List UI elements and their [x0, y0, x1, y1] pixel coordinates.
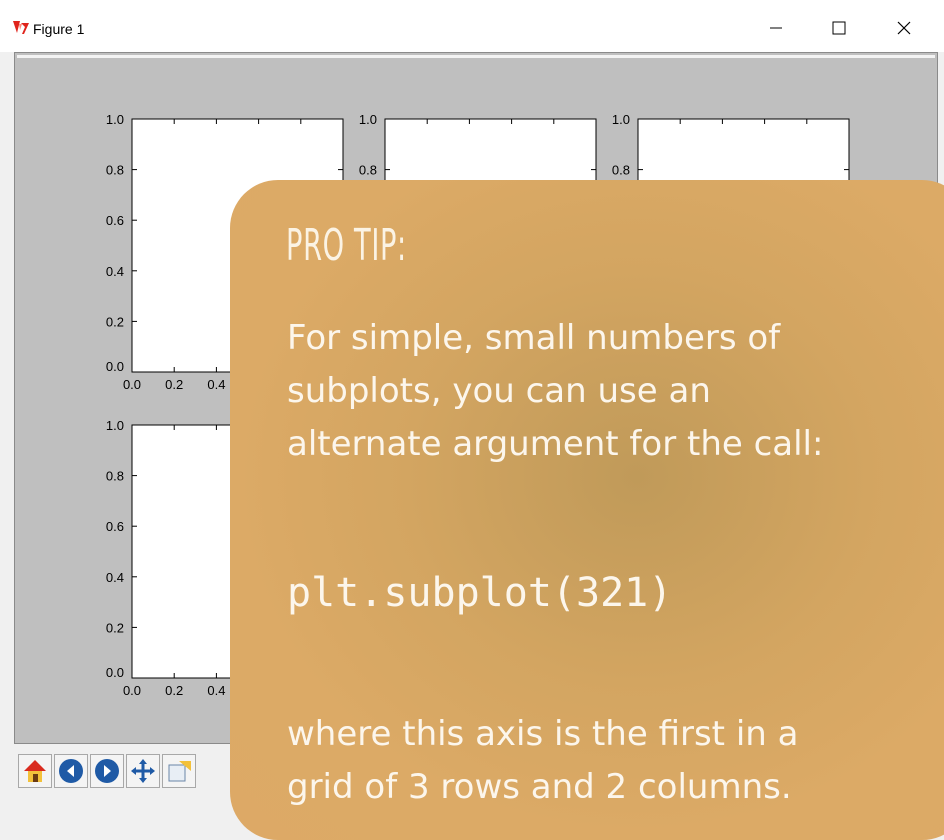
y-tick-label: 0.8: [612, 163, 630, 178]
y-tick-label: 0.2: [106, 314, 124, 329]
pro-tip-line: alternate argument for the call:: [287, 424, 824, 464]
x-tick-label: 0.0: [123, 683, 141, 698]
x-tick-label: 0.0: [123, 377, 141, 392]
configure-subplots-icon: [168, 761, 191, 782]
y-tick-label: 0.8: [106, 469, 124, 484]
forward-button[interactable]: [90, 754, 124, 788]
pan-button[interactable]: [126, 754, 160, 788]
y-tick-label: 1.0: [612, 112, 630, 127]
pan-icon: [131, 759, 155, 783]
y-tick-label: 0.0: [106, 665, 124, 680]
pro-tip-line: where this axis is the first in a: [287, 714, 799, 754]
x-tick-label: 0.2: [165, 683, 183, 698]
y-tick-label: 1.0: [106, 112, 124, 127]
pro-tip-line: subplots, you can use an: [287, 371, 711, 411]
x-tick-label: 0.2: [165, 377, 183, 392]
y-tick-label: 0.2: [106, 620, 124, 635]
pro-tip-code: plt.subplot(321): [287, 570, 673, 616]
configure-subplots-button[interactable]: [162, 754, 196, 788]
y-tick-label: 1.0: [106, 418, 124, 433]
y-tick-label: 0.4: [106, 264, 124, 279]
back-button[interactable]: [54, 754, 88, 788]
pro-tip-body: For simple, small numbers of subplots, y…: [287, 312, 944, 471]
y-tick-label: 0.4: [106, 570, 124, 585]
back-icon: [59, 759, 83, 783]
y-tick-label: 0.8: [359, 163, 377, 178]
y-tick-label: 0.8: [106, 163, 124, 178]
pro-tip-line: For simple, small numbers of: [287, 318, 781, 358]
y-tick-label: 0.6: [106, 519, 124, 534]
y-tick-label: 0.0: [106, 359, 124, 374]
x-tick-label: 0.4: [207, 377, 225, 392]
pro-tip-card: PRO TIP: For simple, small numbers of su…: [230, 180, 944, 840]
forward-icon: [95, 759, 119, 783]
x-tick-label: 0.4: [207, 683, 225, 698]
home-icon: [24, 760, 46, 782]
y-tick-label: 0.6: [106, 213, 124, 228]
home-button[interactable]: [18, 754, 52, 788]
pro-tip-line: grid of 3 rows and 2 columns.: [287, 767, 792, 807]
pro-tip-title: PRO TIP:: [286, 220, 407, 271]
pro-tip-footer: where this axis is the first in a grid o…: [287, 708, 798, 814]
y-tick-label: 1.0: [359, 112, 377, 127]
